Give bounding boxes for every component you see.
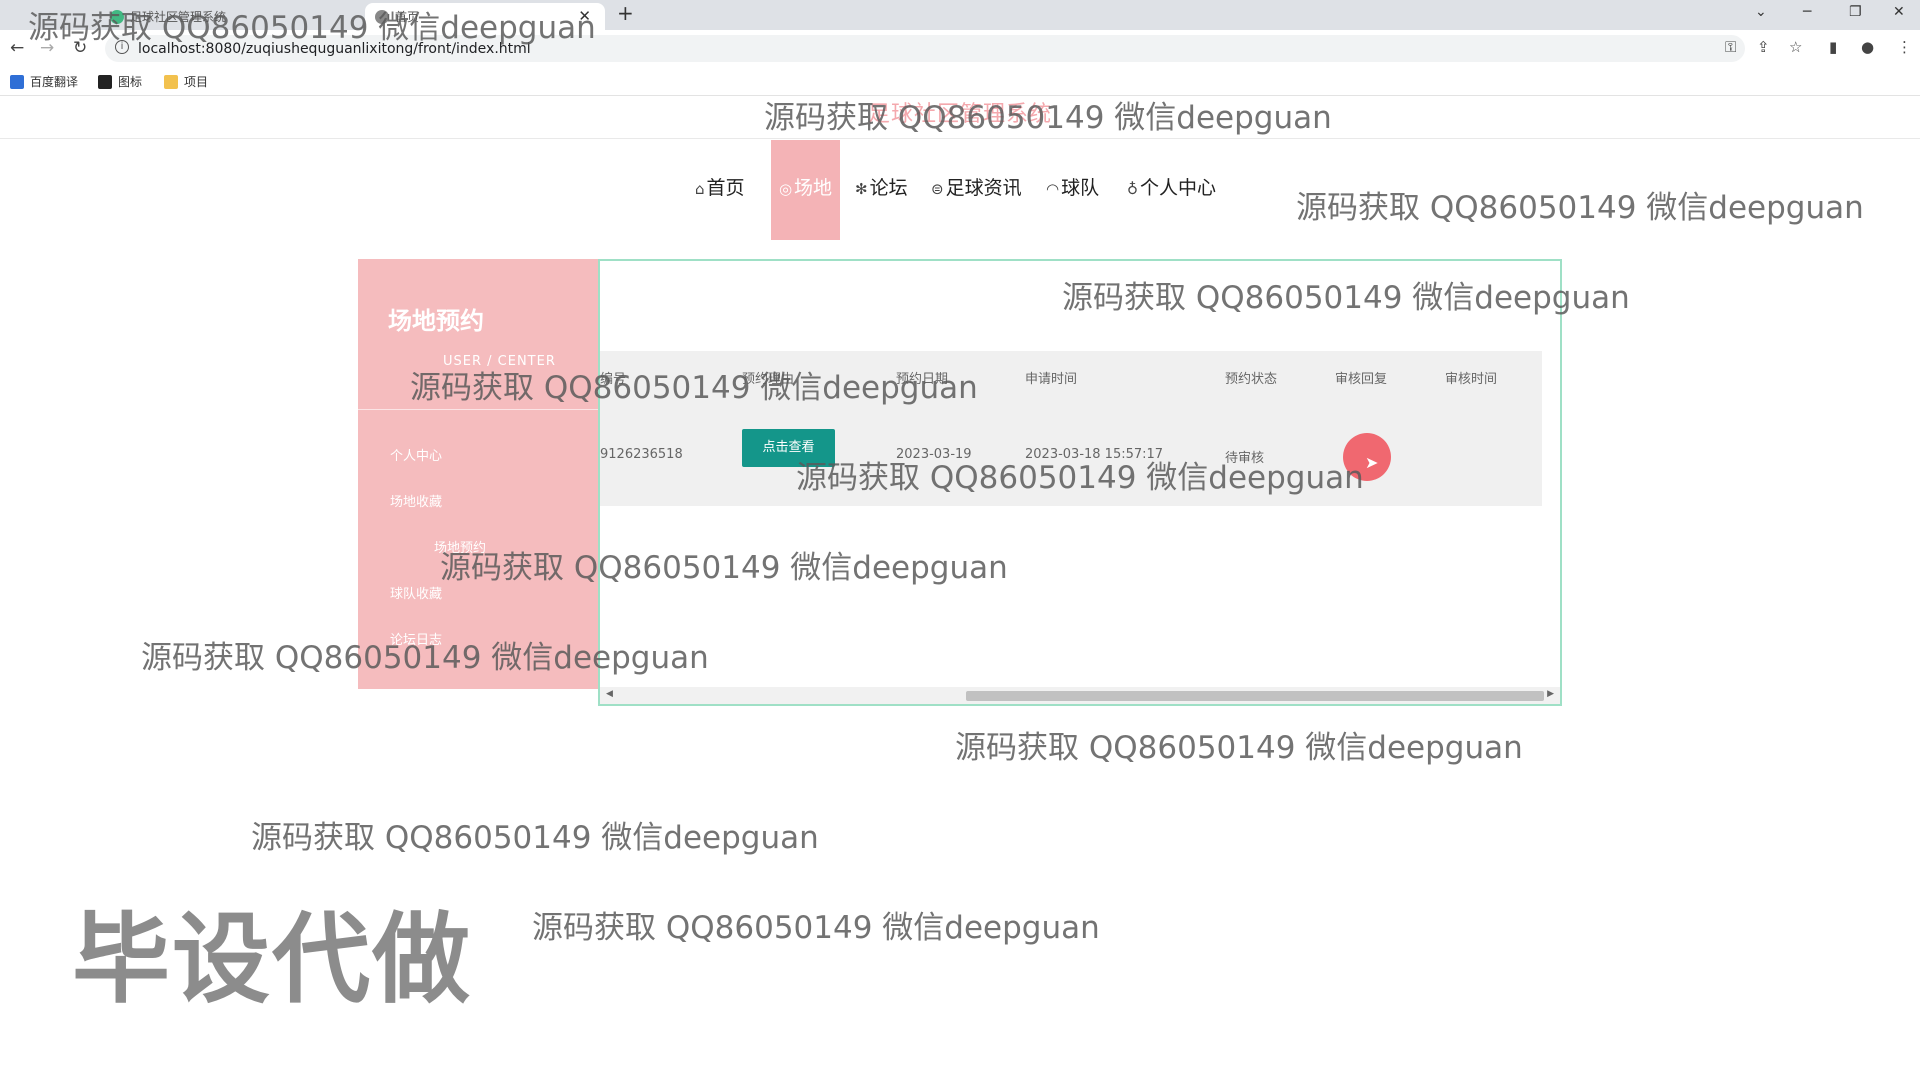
bookmark-baidu-translate[interactable]: 百度翻译 — [10, 73, 78, 90]
new-tab-icon[interactable]: + — [617, 1, 634, 25]
minimize-icon[interactable]: ─ — [1803, 4, 1811, 20]
mouse-cursor-icon: ➤ — [1365, 453, 1379, 472]
header-divider — [0, 138, 1920, 139]
column-header: 审核时间 — [1445, 372, 1498, 387]
forum-icon: ✻ — [855, 180, 868, 198]
watermark-text: 源码获取 QQ86050149 微信deepguan — [28, 10, 596, 46]
translate-icon — [10, 74, 24, 89]
bookmark-projects[interactable]: 项目 — [164, 73, 208, 90]
venue-icon: ◎ — [778, 180, 793, 198]
sidebar-item-user-center[interactable]: 个人中心 — [390, 445, 442, 464]
bookmark-icons[interactable]: 图标 — [98, 73, 142, 90]
watermark-text: 源码获取 QQ86050149 微信deepguan — [141, 640, 709, 676]
watermark-text: 源码获取 QQ86050149 微信deepguan — [410, 370, 978, 406]
column-header: 申请时间 — [1025, 372, 1078, 387]
scroll-left-icon[interactable]: ◀ — [606, 689, 613, 699]
news-icon: ⊜ — [931, 180, 944, 198]
nav-item-forum[interactable]: ✻ 论坛 — [855, 140, 908, 240]
watermark-text: 源码获取 QQ86050149 微信deepguan — [955, 730, 1523, 766]
column-header: 审核回复 — [1335, 372, 1388, 387]
watermark-text: 源码获取 QQ86050149 微信deepguan — [1296, 190, 1864, 226]
home-icon: ⌂ — [695, 180, 705, 198]
image-icon — [98, 74, 112, 89]
watermark-text: 源码获取 QQ86050149 微信deepguan — [251, 820, 819, 856]
nav-label: 球队 — [1061, 177, 1100, 199]
nav-item-team[interactable]: ◠ 球队 — [1046, 140, 1099, 240]
bookmark-label: 图标 — [118, 75, 143, 89]
horizontal-scrollbar[interactable]: ◀ ▶ — [600, 687, 1560, 704]
scroll-right-icon[interactable]: ▶ — [1547, 689, 1554, 699]
nav-item-news[interactable]: ⊜ 足球资讯 — [931, 140, 1022, 240]
sidebar-title: 场地预约 — [388, 307, 484, 335]
sidebar-item-venue-favorites[interactable]: 场地收藏 — [390, 491, 442, 510]
nav-label: 足球资讯 — [945, 177, 1022, 199]
tab-search-chevron-icon[interactable]: ⌄ — [1755, 4, 1767, 20]
nav-label: 场地 — [794, 177, 833, 199]
side-panel-icon[interactable]: ▮ — [1829, 38, 1837, 56]
back-icon[interactable]: ← — [10, 38, 24, 58]
menu-dots-icon[interactable]: ⋮ — [1897, 38, 1912, 56]
bookmark-star-icon[interactable]: ☆ — [1789, 38, 1802, 56]
nav-item-user-center[interactable]: ♁ 个人中心 — [1127, 140, 1216, 240]
watermark-text: 源码获取 QQ86050149 微信deepguan — [796, 460, 1364, 496]
window-close-icon[interactable]: ✕ — [1893, 4, 1905, 20]
team-icon: ◠ — [1046, 180, 1060, 198]
sidebar-item-team-favorites[interactable]: 球队收藏 — [390, 583, 442, 602]
profile-icon[interactable]: ● — [1861, 38, 1874, 56]
cell-id: 9126236518 — [600, 447, 683, 462]
watermark-text: 源码获取 QQ86050149 微信deepguan — [440, 550, 1008, 586]
user-icon: ♁ — [1127, 180, 1138, 198]
nav-item-venue[interactable]: ◎ 场地 — [771, 140, 840, 240]
watermark-text: 源码获取 QQ86050149 微信deepguan — [764, 100, 1332, 136]
share-icon[interactable]: ⇪ — [1757, 38, 1770, 56]
watermark-text: 源码获取 QQ86050149 微信deepguan — [532, 910, 1100, 946]
folder-icon — [164, 74, 178, 89]
key-icon[interactable]: ⚿ — [1725, 38, 1736, 56]
sidebar: 场地预约 USER / CENTER 个人中心 场地收藏 场地预约 球队收藏 论… — [358, 259, 598, 689]
restore-icon[interactable]: ❐ — [1849, 4, 1862, 20]
nav-label: 论坛 — [869, 177, 908, 199]
sidebar-divider — [358, 409, 598, 410]
column-header: 预约状态 — [1225, 372, 1278, 387]
nav-label: 个人中心 — [1140, 177, 1217, 199]
scrollbar-thumb[interactable] — [966, 691, 1544, 701]
bookmark-label: 百度翻译 — [30, 75, 79, 89]
nav-item-home[interactable]: ⌂ 首页 — [695, 140, 745, 240]
watermark-text: 源码获取 QQ86050149 微信deepguan — [1062, 280, 1630, 316]
nav-label: 首页 — [706, 177, 745, 199]
big-watermark: 毕设代做 — [72, 903, 473, 1017]
bookmark-label: 项目 — [184, 75, 209, 89]
